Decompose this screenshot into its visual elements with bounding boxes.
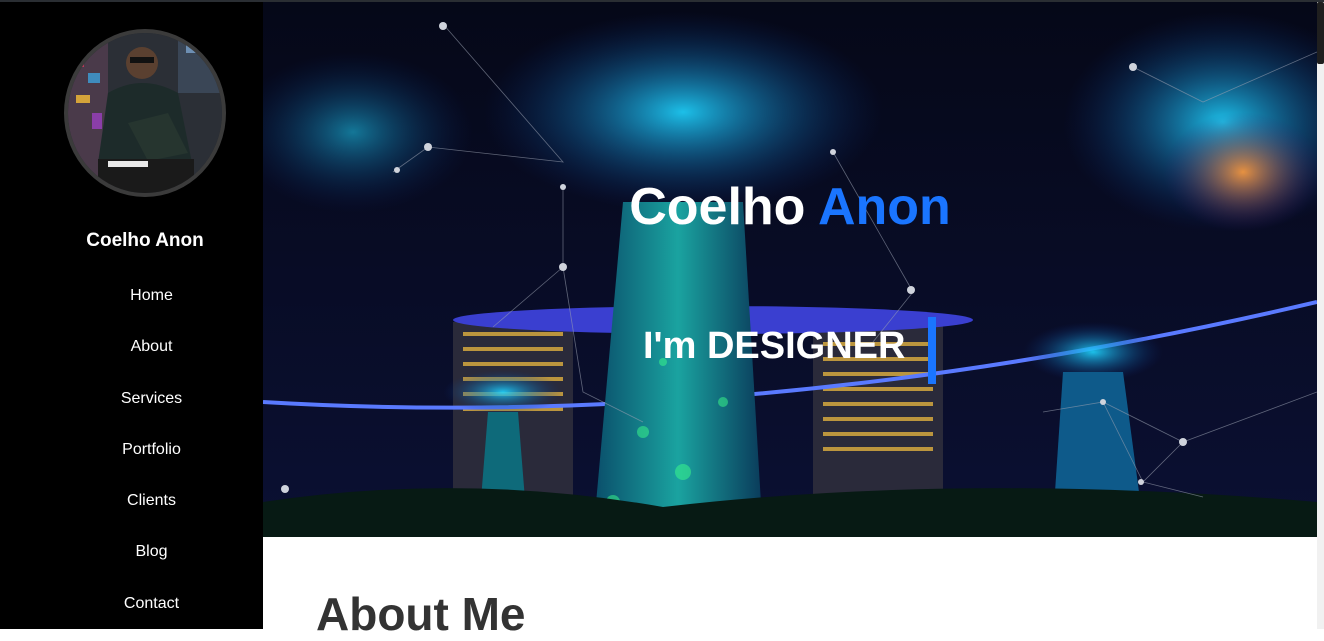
hero-typed-text: I'm DESIGNER [643, 325, 906, 367]
hero-last-name: Anon [817, 178, 951, 236]
hero-background-image [263, 2, 1317, 537]
hero-title: Coelho Anon [263, 177, 1317, 237]
sidebar: Coelho Anon Home About Services Portfoli… [0, 2, 263, 629]
avatar [64, 29, 226, 197]
typing-cursor [928, 317, 936, 384]
scrollbar-thumb[interactable] [1317, 2, 1324, 64]
hero-section: Coelho Anon I'm DESIGNER [263, 2, 1317, 537]
nav-item-blog[interactable]: Blog [0, 530, 303, 581]
about-heading: About Me [316, 588, 526, 640]
nav-item-home[interactable]: Home [0, 274, 303, 325]
hero-first-name: Coelho [629, 178, 806, 236]
nav-item-clients[interactable]: Clients [0, 479, 303, 530]
nav-item-services[interactable]: Services [0, 377, 303, 428]
about-section: About Me [263, 537, 1317, 640]
nav-item-about[interactable]: About [0, 325, 303, 376]
avatar-photo [68, 33, 222, 193]
scrollbar-track[interactable] [1317, 2, 1324, 629]
nav-item-portfolio[interactable]: Portfolio [0, 428, 303, 479]
nav-item-contact[interactable]: Contact [0, 582, 303, 633]
sidebar-nav: Home About Services Portfolio Clients Bl… [0, 274, 303, 633]
profile-name: Coelho Anon [86, 230, 204, 251]
